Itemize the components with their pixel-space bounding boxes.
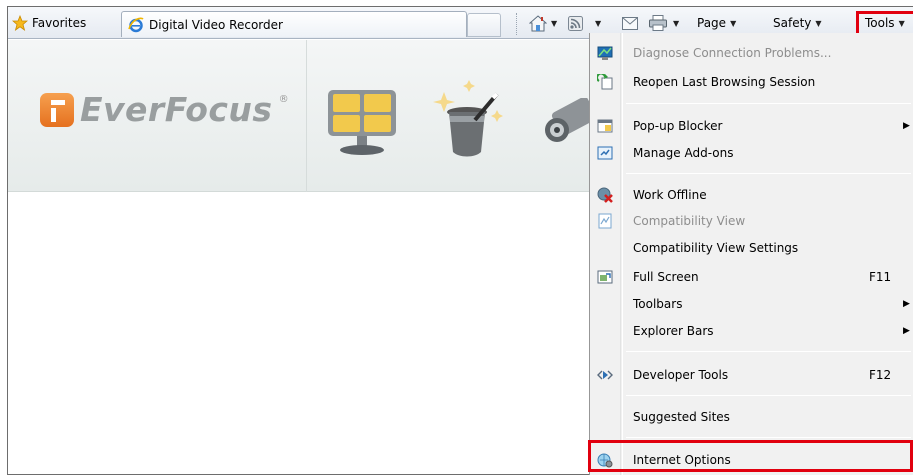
everfocus-logo-mark-icon [40,92,74,127]
registered-mark: ® [278,94,289,105]
submenu-arrow-icon: ▶ [903,299,910,309]
internet-options-highlight-box [588,440,913,472]
chevron-down-icon: ▼ [815,18,822,28]
print-icon [649,15,667,31]
chevron-down-icon[interactable]: ▼ [595,19,601,28]
chevron-down-icon[interactable]: ▼ [673,19,679,28]
menu-item-label: Diagnose Connection Problems... [633,46,832,60]
tab-title: Digital Video Recorder [149,17,283,32]
menu-item-reopen-session[interactable]: Reopen Last Browsing Session [590,69,913,95]
compatibility-view-icon [598,213,612,229]
menu-item-label: Reopen Last Browsing Session [633,75,816,89]
menu-item-developer-tools[interactable]: Developer Tools F12 [590,362,913,388]
new-tab-button[interactable] [467,13,501,37]
home-icon [529,14,547,31]
menu-separator [626,437,911,438]
menu-item-full-screen[interactable]: Full Screen F11 [590,264,913,290]
brand-name: EverFocus [80,90,273,129]
menu-item-compatibility-view[interactable]: Compatibility View [590,208,913,234]
reopen-session-icon [597,74,613,90]
menu-item-label: Suggested Sites [633,410,730,424]
menu-item-toolbars[interactable]: Toolbars ▶ [590,291,913,317]
menu-separator [626,173,911,174]
menu-item-popup-blocker[interactable]: Pop-up Blocker ▶ [590,113,913,139]
full-screen-icon [597,270,613,284]
everfocus-logo: EverFocus ® [40,90,289,129]
menu-item-shortcut: F11 [869,270,892,284]
menu-item-label: Manage Add-ons [633,146,734,160]
menu-item-label: Full Screen [633,270,699,284]
popup-blocker-icon [597,119,613,133]
menu-separator [626,351,911,352]
chevron-down-icon[interactable]: ▼ [551,19,557,28]
menu-separator [626,103,911,104]
tab-digital-video-recorder[interactable]: Digital Video Recorder [121,11,467,37]
menu-item-compatibility-view-settings[interactable]: Compatibility View Settings [590,235,913,261]
menu-item-label: Work Offline [633,188,707,202]
chevron-down-icon: ▼ [730,18,737,28]
menu-item-suggested-sites[interactable]: Suggested Sites [590,404,913,430]
work-offline-icon [597,187,613,203]
addons-icon [597,146,613,160]
menu-item-diagnose-connection[interactable]: Diagnose Connection Problems... [590,40,913,66]
camera-icon[interactable] [543,98,595,148]
submenu-arrow-icon: ▶ [903,326,910,336]
menu-item-label: Explorer Bars [633,324,714,338]
tools-dropdown-menu: Diagnose Connection Problems... Reopen L… [589,33,913,475]
menu-item-shortcut: F12 [869,368,892,382]
menu-item-manage-addons[interactable]: Manage Add-ons [590,140,913,166]
menu-item-label: Pop-up Blocker [633,119,723,133]
network-diagnose-icon [597,46,613,60]
home-button[interactable]: ▼ [529,7,557,39]
menu-item-label: Developer Tools [633,368,729,382]
menu-item-label: Compatibility View [633,214,746,228]
menu-item-work-offline[interactable]: Work Offline [590,182,913,208]
menu-separator [626,395,911,396]
menu-item-label: Compatibility View Settings [633,241,799,255]
favorites-label: Favorites [32,16,87,30]
safety-menu-label: Safety [773,16,812,30]
live-view-monitor-icon[interactable] [326,88,398,158]
submenu-arrow-icon: ▶ [903,121,910,131]
menu-item-label: Toolbars [633,297,683,311]
favorites-button[interactable]: Favorites [12,7,86,39]
developer-tools-icon [597,370,613,380]
setup-wizard-hat-icon[interactable] [431,80,511,160]
ie-logo-icon [128,17,144,32]
favorites-star-icon [12,15,28,31]
toolbar-separator [516,13,517,35]
page-menu-label: Page [697,16,727,30]
menu-item-explorer-bars[interactable]: Explorer Bars ▶ [590,318,913,344]
mail-icon [622,16,638,30]
banner-divider [306,40,307,192]
feeds-icon [568,15,583,31]
